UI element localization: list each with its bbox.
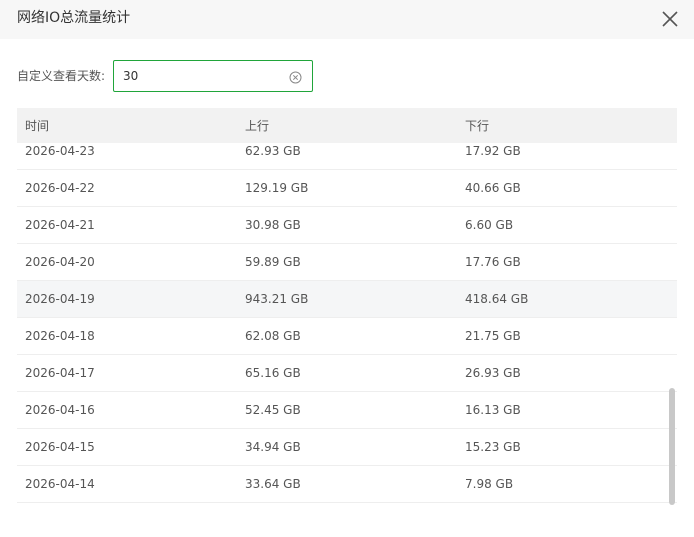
traffic-table: 时间 上行 下行 2026-04-23 62.93 GB 17.92 GB 20… (17, 108, 677, 508)
cell-upload: 62.93 GB (245, 144, 301, 158)
clear-circle-icon[interactable] (289, 69, 302, 84)
table-scrollbar-thumb[interactable] (669, 388, 675, 505)
cell-download: 6.60 GB (465, 218, 514, 232)
column-header-upload: 上行 (245, 119, 270, 133)
table-row: 2026-04-20 59.89 GB 17.76 GB (17, 244, 677, 281)
cell-date: 2026-04-14 (25, 477, 95, 491)
column-header-time: 时间 (25, 119, 50, 133)
close-icon[interactable] (660, 9, 680, 29)
cell-date: 2026-04-17 (25, 366, 95, 380)
table-body[interactable]: 2026-04-23 62.93 GB 17.92 GB 2026-04-22 … (17, 143, 677, 508)
cell-date: 2026-04-19 (25, 292, 95, 306)
cell-upload: 33.64 GB (245, 477, 301, 491)
cell-upload: 62.08 GB (245, 329, 301, 343)
dialog-title: 网络IO总流量统计 (17, 10, 131, 26)
cell-date: 2026-04-20 (25, 255, 95, 269)
cell-download: 15.23 GB (465, 440, 521, 454)
cell-upload: 52.45 GB (245, 403, 301, 417)
cell-download: 17.92 GB (465, 144, 521, 158)
cell-upload: 129.19 GB (245, 181, 309, 195)
cell-date: 2026-04-22 (25, 181, 95, 195)
days-filter-label: 自定义查看天数: (17, 69, 106, 83)
table-header: 时间 上行 下行 (17, 108, 677, 143)
cell-upload: 943.21 GB (245, 292, 309, 306)
cell-download: 418.64 GB (465, 292, 529, 306)
cell-date: 2026-04-18 (25, 329, 95, 343)
cell-upload: 65.16 GB (245, 366, 301, 380)
cell-download: 17.76 GB (465, 255, 521, 269)
column-header-download: 下行 (465, 119, 490, 133)
table-row: 2026-04-22 129.19 GB 40.66 GB (17, 170, 677, 207)
table-row: 2026-04-17 65.16 GB 26.93 GB (17, 355, 677, 392)
cell-download: 26.93 GB (465, 366, 521, 380)
table-row: 2026-04-23 62.93 GB 17.92 GB (17, 143, 677, 170)
cell-upload: 34.94 GB (245, 440, 301, 454)
table-row: 2026-04-21 30.98 GB 6.60 GB (17, 207, 677, 244)
days-filter-field[interactable] (113, 60, 313, 92)
cell-upload: 59.89 GB (245, 255, 301, 269)
traffic-stats-dialog: 网络IO总流量统计 自定义查看天数: 时间 上行 下行 2026-04-2 (0, 0, 694, 537)
cell-upload: 30.98 GB (245, 218, 301, 232)
cell-date: 2026-04-15 (25, 440, 95, 454)
table-row: 2026-04-14 33.64 GB 7.98 GB (17, 466, 677, 503)
days-input[interactable] (123, 61, 273, 91)
table-row-hovered: 2026-04-19 943.21 GB 418.64 GB (17, 281, 677, 318)
cell-download: 21.75 GB (465, 329, 521, 343)
cell-date: 2026-04-21 (25, 218, 95, 232)
cell-date: 2026-04-23 (25, 144, 95, 158)
cell-download: 16.13 GB (465, 403, 521, 417)
cell-download: 7.98 GB (465, 477, 514, 491)
table-row: 2026-04-18 62.08 GB 21.75 GB (17, 318, 677, 355)
table-row: 2026-04-15 34.94 GB 15.23 GB (17, 429, 677, 466)
dialog-header: 网络IO总流量统计 (0, 0, 694, 39)
cell-date: 2026-04-16 (25, 403, 95, 417)
cell-download: 40.66 GB (465, 181, 521, 195)
table-row: 2026-04-16 52.45 GB 16.13 GB (17, 392, 677, 429)
